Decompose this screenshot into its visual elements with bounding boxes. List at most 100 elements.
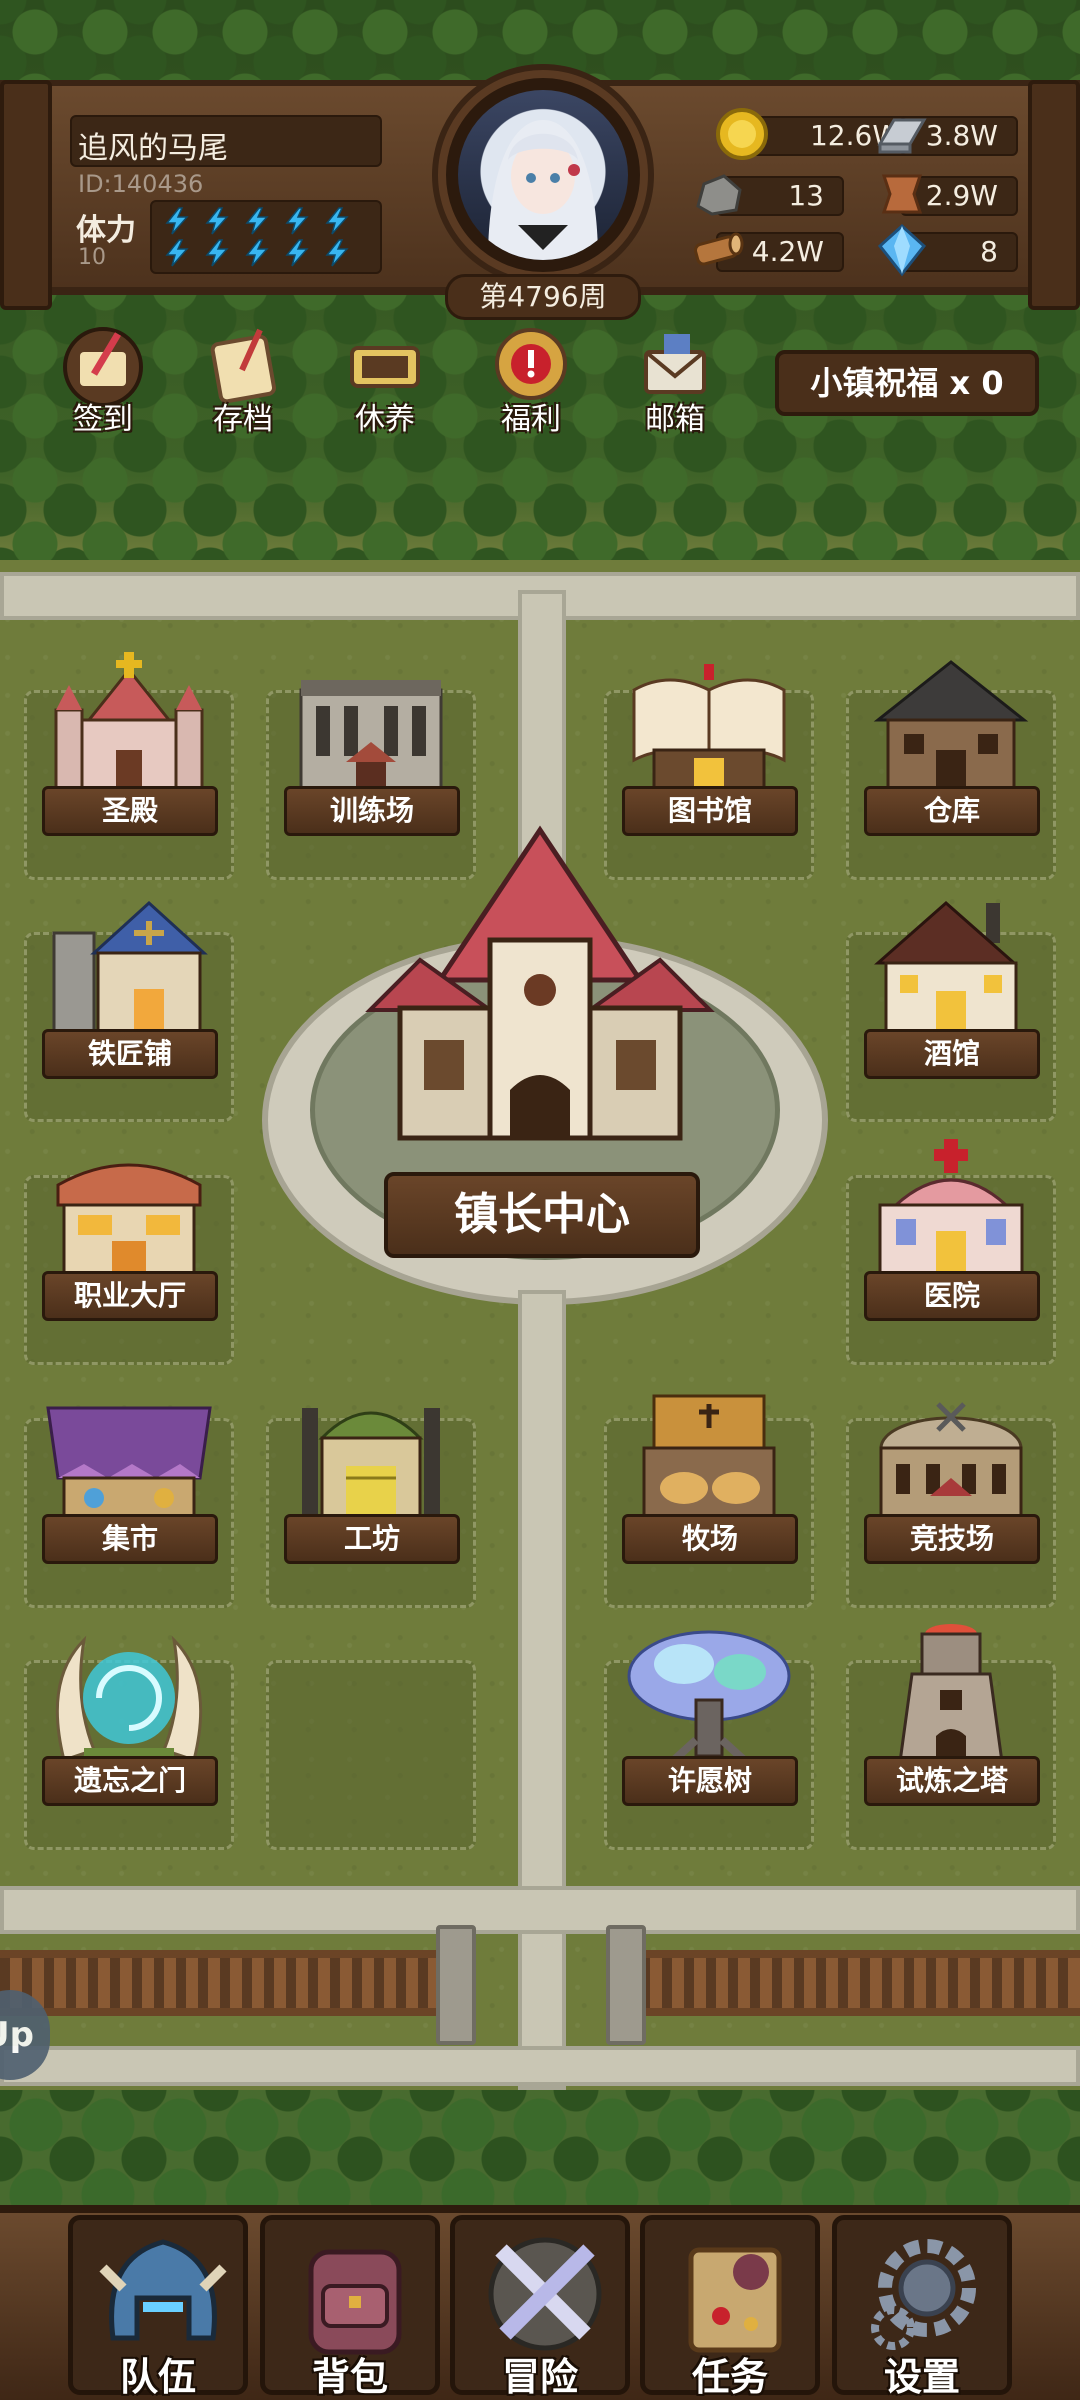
ranch-label: 牧场	[622, 1514, 798, 1564]
ranch-icon	[642, 1394, 776, 1522]
nav-quest-label: 任务	[691, 2355, 768, 2399]
bottom-road	[0, 1886, 1080, 1934]
nav-team-button[interactable]: 队伍	[68, 2215, 248, 2399]
action-save-label: 存档	[213, 402, 273, 437]
week-counter: 第4796周	[445, 274, 641, 320]
crossed-swords-icon	[488, 2237, 602, 2351]
training-ground-icon	[299, 680, 443, 792]
arena-icon	[879, 1402, 1023, 1522]
nav-team-label: 队伍	[119, 2355, 196, 2399]
market-label: 集市	[42, 1514, 218, 1564]
action-rest[interactable]: 休养	[330, 322, 440, 442]
stamina-bolt-icon	[245, 207, 269, 235]
wishing-tree-label: 许愿树	[622, 1756, 798, 1806]
resource-leather[interactable]: 2.9W	[881, 174, 1018, 220]
stamina-label: 体力	[76, 213, 136, 248]
stamina-value: 10	[78, 245, 106, 270]
action-sign-in[interactable]: 签到	[48, 322, 158, 442]
nav-adventure-button[interactable]: 冒险	[450, 2215, 630, 2399]
empty-building-plot[interactable]	[266, 1660, 476, 1850]
building-ranch[interactable]: 牧场	[614, 1378, 804, 1564]
town-blessing-counter[interactable]: 小镇祝福 x 0	[775, 350, 1039, 416]
helmet-icon	[99, 2239, 227, 2341]
building-training-ground[interactable]: 训练场	[276, 650, 466, 836]
building-arena[interactable]: 竞技场	[856, 1378, 1046, 1564]
gear-icon	[871, 2239, 976, 2350]
action-mailbox-label: 邮箱	[645, 402, 705, 437]
building-trial-tower[interactable]: 试炼之塔	[856, 1620, 1046, 1806]
resource-crystal[interactable]: 8	[877, 223, 1018, 277]
hospital-label: 医院	[864, 1271, 1040, 1321]
warehouse-label: 仓库	[864, 786, 1040, 836]
stamina-bolts	[150, 200, 382, 274]
warehouse-icon	[873, 660, 1029, 794]
building-hospital[interactable]: 医院	[856, 1135, 1046, 1321]
exit-road	[0, 2046, 1080, 2086]
building-library[interactable]: 图书馆	[614, 650, 804, 836]
action-save[interactable]: 存档	[188, 322, 298, 442]
stamina-bolt-icon	[165, 207, 189, 235]
building-wishing-tree[interactable]: 许愿树	[614, 1620, 804, 1806]
holy-hall-icon	[54, 652, 204, 792]
building-workshop[interactable]: 工坊	[276, 1378, 466, 1564]
blacksmith-label: 铁匠铺	[42, 1029, 218, 1079]
trial-tower-label: 试炼之塔	[864, 1756, 1040, 1806]
player-name: 追风的马尾	[78, 131, 228, 166]
building-blacksmith[interactable]: 铁匠铺	[34, 893, 224, 1079]
building-holy-hall[interactable]: 圣殿	[34, 650, 224, 836]
workshop-label: 工坊	[284, 1514, 460, 1564]
fence-left	[0, 1950, 440, 2016]
blacksmith-icon	[52, 900, 208, 1035]
avatar[interactable]	[458, 90, 628, 260]
nav-backpack-button[interactable]: 背包	[260, 2215, 440, 2399]
action-mailbox[interactable]: 邮箱	[620, 322, 730, 442]
nav-quest-button[interactable]: 任务	[640, 2215, 820, 2399]
tavern-icon	[874, 900, 1018, 1037]
forgotten-gate-icon	[55, 1635, 203, 1762]
job-hall-icon	[56, 1163, 202, 1279]
stamina-bolt-icon	[205, 239, 229, 267]
mayor-center-label[interactable]: 镇长中心	[384, 1172, 700, 1258]
holy-hall-label: 圣殿	[42, 786, 218, 836]
trial-tower-icon	[898, 1624, 1004, 1764]
job-hall-label: 职业大厅	[42, 1271, 218, 1321]
stamina-bolt-icon	[285, 207, 309, 235]
nav-settings-button[interactable]: 设置	[832, 2215, 1012, 2399]
building-tavern[interactable]: 酒馆	[856, 893, 1046, 1079]
forgotten-gate-label: 遗忘之门	[42, 1756, 218, 1806]
quest-scroll-icon	[688, 2247, 782, 2353]
crystal-icon	[877, 223, 927, 277]
fence-right	[640, 1950, 1080, 2016]
iron-ingot-icon	[877, 118, 927, 154]
gate-post-right	[606, 1925, 646, 2045]
stone-icon	[696, 174, 742, 216]
stamina-bolt-icon	[285, 239, 309, 267]
stamina-bolt-icon	[245, 239, 269, 267]
market-icon	[46, 1406, 212, 1522]
building-mayor-center[interactable]	[360, 820, 720, 1160]
tavern-label: 酒馆	[864, 1029, 1040, 1079]
stamina-bolt-icon	[165, 239, 189, 267]
hospital-icon	[878, 1139, 1024, 1279]
wood-log-icon	[694, 232, 744, 266]
nav-adventure-label: 冒险	[501, 2355, 578, 2399]
building-market[interactable]: 集市	[34, 1378, 224, 1564]
backpack-icon	[308, 2249, 402, 2355]
arena-label: 竞技场	[864, 1514, 1040, 1564]
resource-wood[interactable]: 4.2W	[694, 232, 844, 276]
building-forgotten-gate[interactable]: 遗忘之门	[34, 1620, 224, 1806]
wishing-tree-icon	[627, 1630, 791, 1763]
resource-stone[interactable]: 13	[696, 174, 844, 220]
mayor-center-icon	[365, 825, 715, 1141]
stamina-bolt-icon	[325, 239, 349, 267]
action-rest-label: 休养	[355, 402, 415, 437]
building-warehouse[interactable]: 仓库	[856, 650, 1046, 836]
action-welfare[interactable]: 福利	[476, 322, 586, 442]
hud-left-post	[0, 80, 52, 310]
library-icon	[632, 664, 786, 794]
player-id: ID:140436	[78, 170, 204, 198]
leather-hide-icon	[881, 174, 923, 214]
building-job-hall[interactable]: 职业大厅	[34, 1135, 224, 1321]
stamina-bolt-icon	[325, 207, 349, 235]
resource-iron[interactable]: 3.8W	[877, 116, 1018, 160]
